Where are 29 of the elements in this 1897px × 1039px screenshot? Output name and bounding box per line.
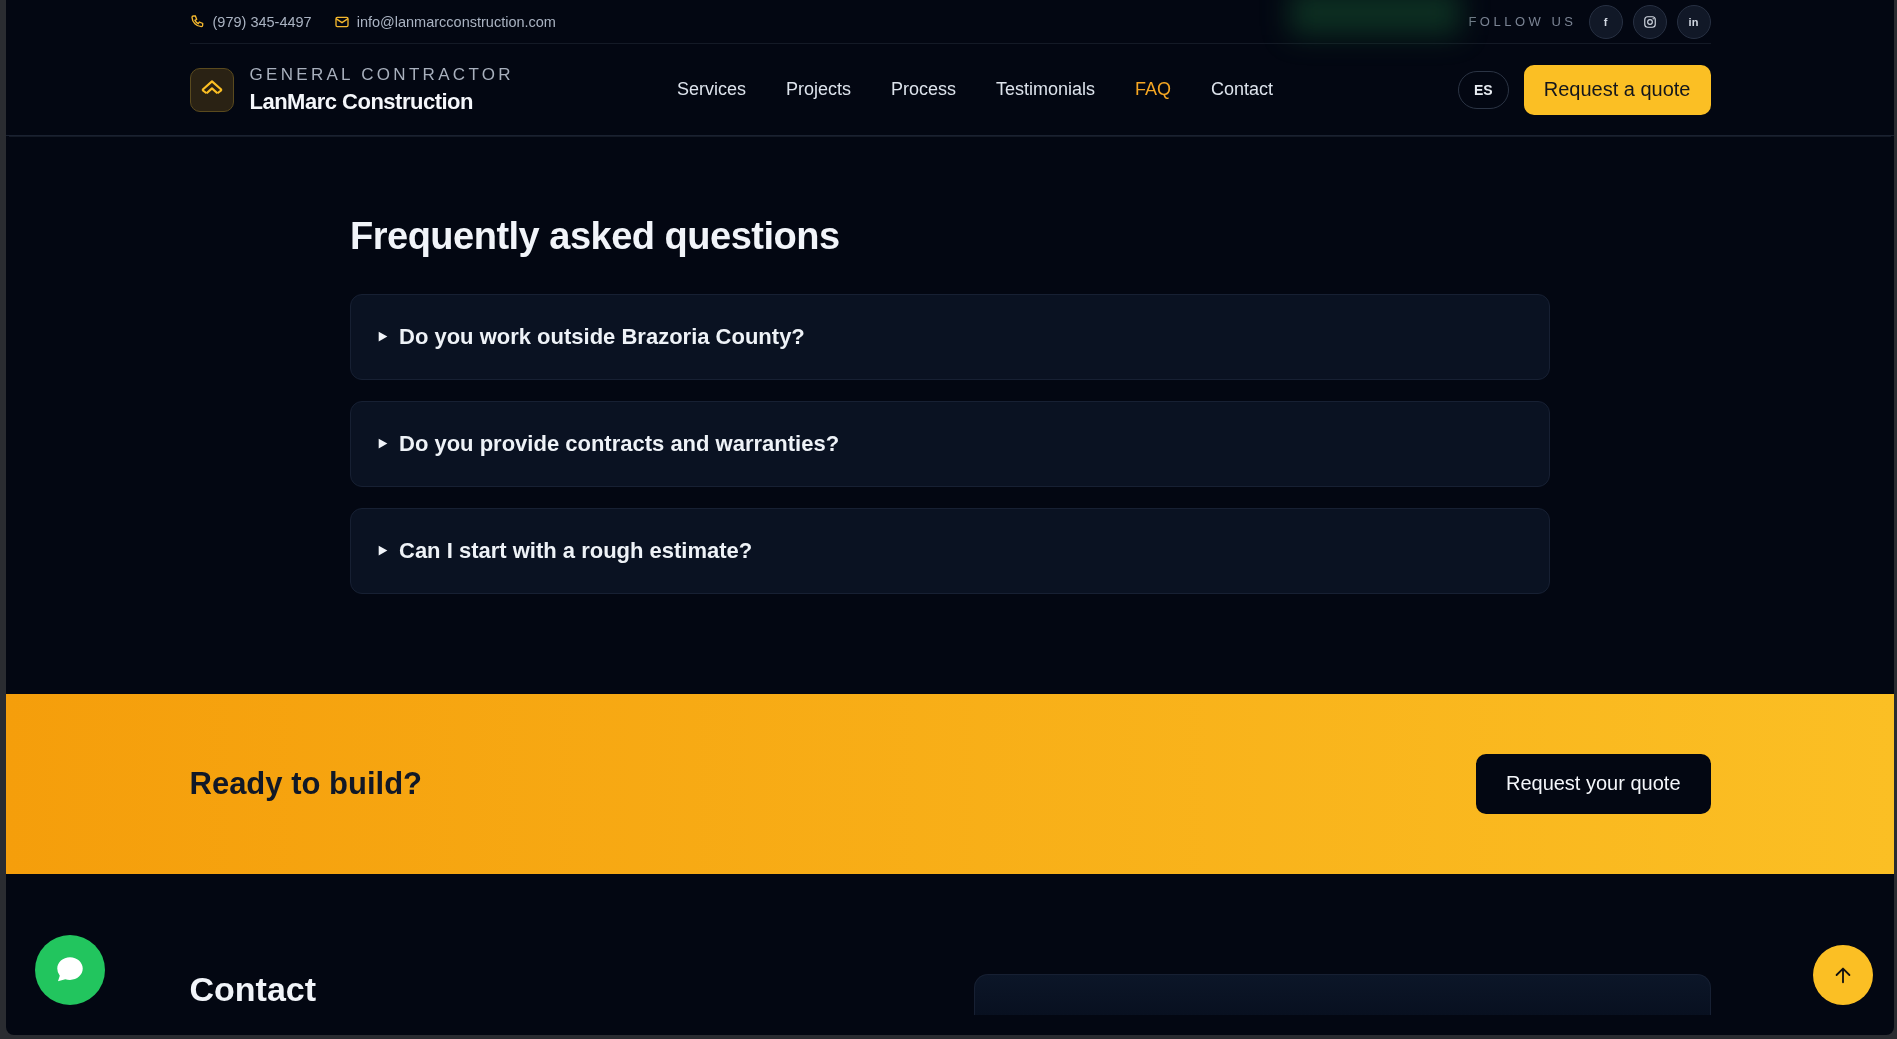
expand-arrow-icon <box>376 544 389 558</box>
quote-button[interactable]: Request a quote <box>1523 64 1711 115</box>
quote-button[interactable]: Request your quote <box>1475 753 1711 814</box>
logo-icon[interactable] <box>189 67 234 112</box>
back-to-top-button[interactable] <box>1813 945 1873 1005</box>
social-link[interactable] <box>1632 4 1667 39</box>
phone-number[interactable]: (979) 345-4497 <box>212 13 312 30</box>
phone-icon <box>189 13 206 30</box>
nav-link[interactable]: Process <box>890 79 956 100</box>
faq-item[interactable]: Do you provide contracts and warranties? <box>350 400 1550 487</box>
cta-heading: Ready to build? <box>189 765 422 802</box>
follow-label: FOLLOW US <box>1468 14 1577 29</box>
nav-link[interactable]: FAQ <box>1135 79 1172 100</box>
nav-link[interactable]: Projects <box>785 79 851 100</box>
email-address[interactable]: info@lanmarcconstruction.com <box>356 13 556 30</box>
expand-arrow-icon <box>376 330 389 344</box>
camera-icon <box>1642 14 1657 29</box>
nav-link[interactable]: Contact <box>1211 79 1274 100</box>
social-link[interactable]: f <box>1588 4 1623 39</box>
nav-link[interactable]: Services <box>676 79 746 100</box>
brand-tagline: GENERAL CONTRACTOR <box>249 64 514 85</box>
expand-arrow-icon <box>376 437 389 451</box>
brand-name[interactable]: LanMarc Construction <box>249 88 514 115</box>
section-heading: Frequently asked questions <box>350 214 841 259</box>
section-heading: Contact <box>189 971 317 1010</box>
social-link[interactable]: in <box>1676 4 1711 39</box>
faq-item[interactable]: Do you work outside Brazoria County? <box>350 293 1550 380</box>
nav-link[interactable]: Testimonials <box>995 79 1095 100</box>
faq-item[interactable]: Can I start with a rough estimate? <box>350 507 1550 594</box>
